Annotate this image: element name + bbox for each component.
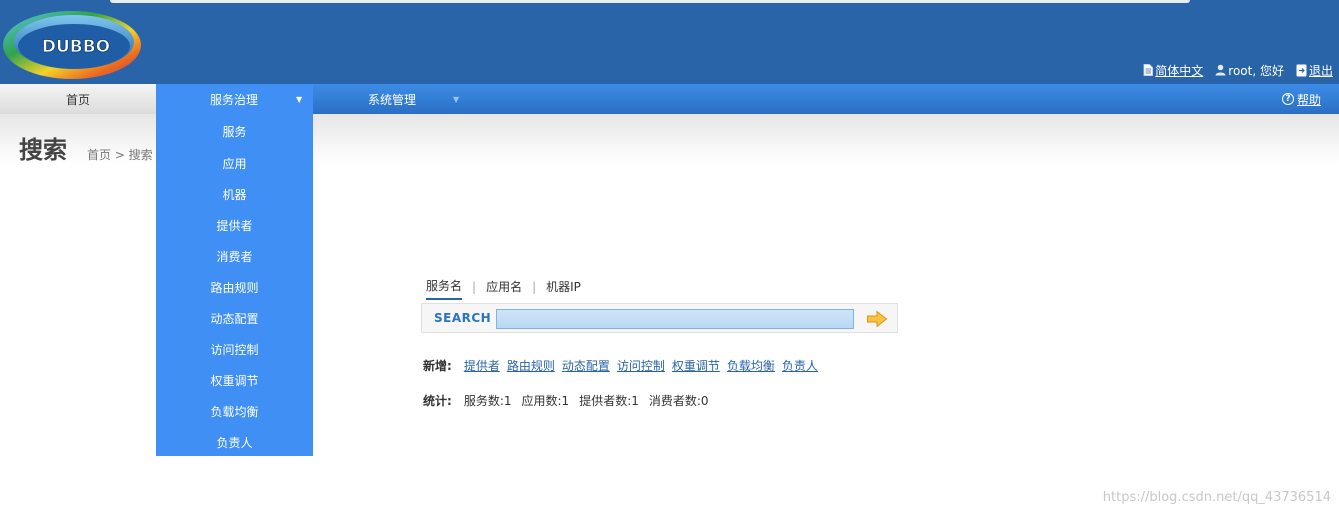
nav-system-management[interactable]: 系统管理 bbox=[368, 84, 416, 114]
logout-icon bbox=[1296, 64, 1307, 76]
search-input[interactable] bbox=[496, 309, 854, 329]
logo-text: DUBBO bbox=[42, 37, 110, 57]
add-link[interactable]: 负责人 bbox=[782, 357, 818, 374]
browser-edge bbox=[110, 0, 1190, 3]
user-info: root, 您好 bbox=[1215, 62, 1284, 79]
nav-governance-label: 服务治理 bbox=[210, 92, 259, 107]
nav-service-governance[interactable]: 服务治理 ▼ bbox=[156, 84, 313, 114]
stat-item: 消费者数:0 bbox=[648, 394, 709, 408]
document-icon bbox=[1143, 64, 1154, 76]
language-switch[interactable]: 简体中文 bbox=[1143, 62, 1203, 79]
caret-down-icon: ▼ bbox=[296, 95, 303, 104]
search-tab[interactable]: 机器IP bbox=[546, 278, 581, 299]
search-tab[interactable]: 服务名 bbox=[426, 277, 463, 300]
menu-item[interactable]: 服务 bbox=[156, 114, 313, 148]
add-link[interactable]: 提供者 bbox=[464, 357, 500, 374]
governance-dropdown-menu: 服务 应用 机器 提供者 消费者 路由规则 动态配置 访问控制 权重调节 负载均衡 负责人 bbox=[156, 114, 313, 456]
tab-separator: | bbox=[532, 279, 537, 294]
add-link[interactable]: 动态配置 bbox=[562, 357, 610, 374]
menu-item[interactable]: 动态配置 bbox=[156, 303, 313, 334]
tab-separator: | bbox=[472, 279, 477, 294]
dubbo-logo: DUBBO bbox=[3, 11, 141, 79]
breadcrumb: 首页 > 搜索 bbox=[87, 148, 153, 162]
user-greeting: root, 您好 bbox=[1228, 63, 1284, 78]
nav-help[interactable]: ? 帮助 bbox=[1281, 84, 1321, 114]
stat-item: 服务数:1 bbox=[463, 394, 512, 408]
logout-button[interactable]: 退出 bbox=[1296, 62, 1333, 79]
search-label: SEARCH bbox=[434, 311, 492, 325]
menu-item[interactable]: 消费者 bbox=[156, 241, 313, 272]
search-box: SEARCH bbox=[421, 303, 898, 333]
arrow-right-icon[interactable] bbox=[866, 310, 888, 328]
stat-item: 提供者数:1 bbox=[579, 394, 639, 408]
add-link[interactable]: 访问控制 bbox=[617, 357, 665, 374]
stats-row: 统计: 服务数:1 应用数:1 提供者数:1 消费者数:0 bbox=[423, 392, 719, 409]
user-icon bbox=[1215, 64, 1226, 76]
page-title: 搜索 bbox=[19, 136, 67, 164]
nav-home[interactable]: 首页 bbox=[0, 84, 156, 114]
app-root: DUBBO 简体中文 root, 您好 退出 首页 服务治理 ▼ 系统管理 ▼ … bbox=[0, 0, 1339, 517]
stat-item: 应用数:1 bbox=[521, 394, 570, 408]
menu-item[interactable]: 负载均衡 bbox=[156, 396, 313, 427]
caret-down-icon: ▼ bbox=[453, 95, 460, 104]
help-icon: ? bbox=[1281, 93, 1294, 105]
top-header: DUBBO 简体中文 root, 您好 退出 bbox=[0, 0, 1339, 84]
menu-item[interactable]: 提供者 bbox=[156, 210, 313, 241]
search-type-tabs: 服务名 | 应用名 | 机器IP bbox=[426, 277, 581, 300]
add-link[interactable]: 负载均衡 bbox=[727, 357, 775, 374]
watermark: https://blog.csdn.net/qq_43736514 bbox=[1102, 490, 1331, 505]
add-link[interactable]: 路由规则 bbox=[507, 357, 555, 374]
nav-help-label[interactable]: 帮助 bbox=[1297, 91, 1321, 108]
menu-item[interactable]: 负责人 bbox=[156, 427, 313, 458]
add-row: 新增: 提供者 路由规则 动态配置 访问控制 权重调节 负载均衡 负责人 bbox=[423, 357, 825, 374]
main-nav: 首页 服务治理 ▼ 系统管理 ▼ ? 帮助 bbox=[0, 84, 1339, 114]
menu-item[interactable]: 权重调节 bbox=[156, 365, 313, 396]
menu-item[interactable]: 机器 bbox=[156, 179, 313, 210]
menu-item[interactable]: 路由规则 bbox=[156, 272, 313, 303]
nav-home-label: 首页 bbox=[65, 92, 90, 107]
add-label: 新增: bbox=[423, 359, 452, 373]
menu-item[interactable]: 访问控制 bbox=[156, 334, 313, 365]
search-tab[interactable]: 应用名 bbox=[486, 278, 522, 299]
menu-item[interactable]: 应用 bbox=[156, 148, 313, 179]
nav-system-label: 系统管理 bbox=[368, 92, 417, 107]
stats-label: 统计: bbox=[423, 394, 452, 408]
logout-link[interactable]: 退出 bbox=[1309, 62, 1333, 79]
add-link[interactable]: 权重调节 bbox=[672, 357, 720, 374]
language-link[interactable]: 简体中文 bbox=[1155, 62, 1203, 79]
user-bar: 简体中文 root, 您好 退出 bbox=[1143, 62, 1333, 78]
